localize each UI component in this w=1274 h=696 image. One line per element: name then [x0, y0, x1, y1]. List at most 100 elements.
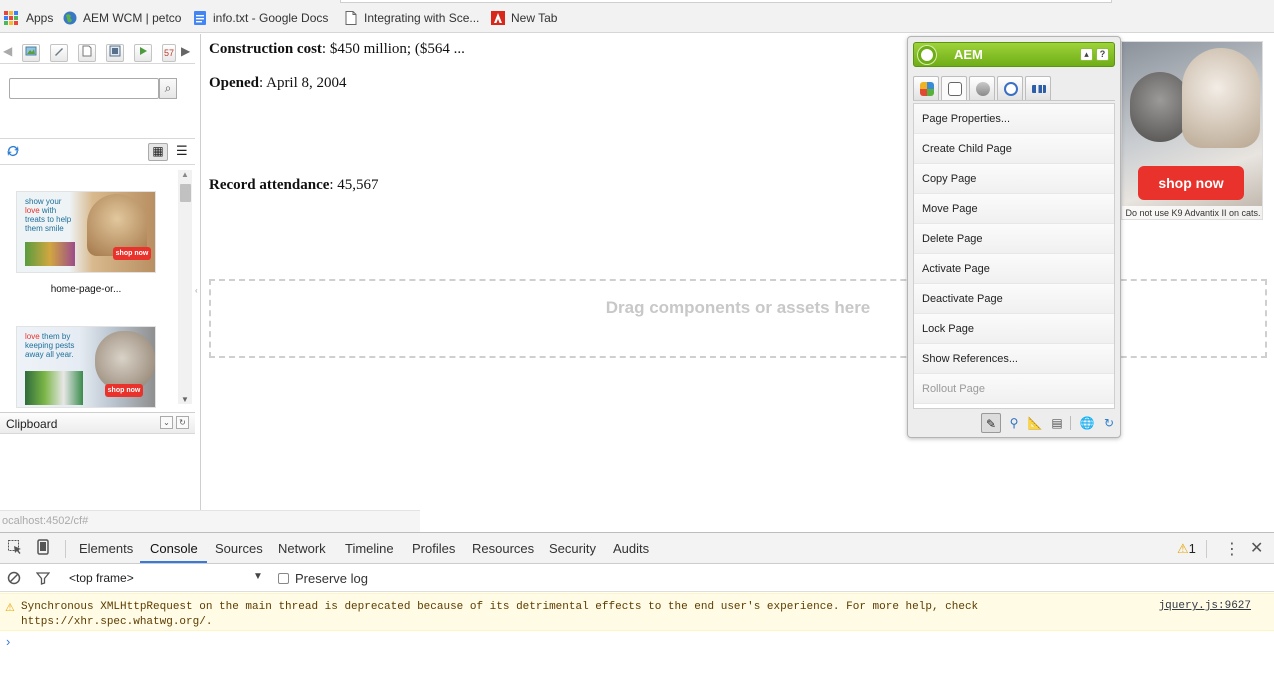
tab-sources[interactable]: Sources	[215, 541, 263, 556]
menu-item-copy-page[interactable]: Copy Page	[914, 164, 1114, 194]
scroll-left-icon[interactable]: ◀	[3, 44, 12, 58]
bookmark-google-docs[interactable]: info.txt - Google Docs	[193, 9, 328, 27]
warning-icon: ⚠	[5, 602, 15, 614]
tab-security[interactable]: Security	[549, 541, 596, 556]
apps-grid-icon	[4, 11, 18, 25]
construction-cost-label: Construction cost	[209, 41, 322, 57]
images-tab-icon[interactable]	[22, 44, 40, 62]
bookmark-label: Apps	[26, 11, 54, 25]
tab-profiles[interactable]: Profiles	[412, 541, 455, 556]
asset-thumbnail-pest-ad[interactable]: love them by keeping pests away all year…	[16, 326, 156, 408]
search-input[interactable]	[9, 78, 159, 99]
collapse-panel-icon[interactable]: ‹	[195, 286, 198, 295]
versioning-tab[interactable]	[997, 76, 1023, 100]
search-icon[interactable]: ⌕	[159, 78, 177, 99]
product-packages	[25, 242, 75, 266]
products-tab-icon[interactable]: 57	[162, 44, 176, 62]
sidekick-header[interactable]: AEM ▴ ?	[913, 42, 1115, 67]
asset-thumbnail-home-page[interactable]: show your love with treats to help them …	[16, 191, 156, 273]
bookmarks-bar: Apps AEM WCM | petco info.txt - Google D…	[0, 0, 1274, 33]
refresh-icon[interactable]	[5, 143, 21, 162]
preserve-log-checkbox[interactable]	[278, 573, 289, 584]
tab-separator	[65, 540, 66, 558]
advertisement[interactable]: shop now Do not use K9 Advantix II on ca…	[1121, 41, 1263, 220]
shop-now-button[interactable]: shop now	[1138, 166, 1244, 200]
documents-tab-icon[interactable]	[78, 44, 96, 62]
workflow-tab[interactable]	[1025, 76, 1051, 100]
bookmark-aem-wcm[interactable]: AEM WCM | petco	[63, 9, 181, 27]
menu-item-lock-page[interactable]: Lock Page	[914, 314, 1114, 344]
preview-magnifier-icon[interactable]: ⚲	[1004, 413, 1024, 433]
warning-text-line2[interactable]: https://xhr.spec.whatwg.org/.	[21, 615, 1101, 630]
more-menu-icon[interactable]: ⋮	[1224, 539, 1240, 559]
refresh-clipboard-icon[interactable]: ↻	[176, 416, 189, 429]
tab-network[interactable]: Network	[278, 541, 326, 556]
flash-tab-icon[interactable]	[106, 44, 124, 62]
bookmark-new-tab[interactable]: New Tab	[491, 9, 557, 27]
menu-item-page-properties[interactable]: Page Properties...	[914, 104, 1114, 134]
tab-timeline[interactable]: Timeline	[345, 541, 394, 556]
menu-item-create-child-page[interactable]: Create Child Page	[914, 134, 1114, 164]
video-tab-icon[interactable]	[134, 44, 152, 62]
tab-audits[interactable]: Audits	[613, 541, 649, 556]
scroll-down-icon[interactable]: ▼	[181, 395, 189, 404]
clear-console-icon[interactable]	[7, 571, 21, 588]
warning-icon: ⚠	[1177, 541, 1189, 556]
sidekick-mode-bar: ✎ ⚲ 📐 ▤ 🌐 ↻	[913, 411, 1115, 435]
grid-view-icon[interactable]: ▦	[148, 143, 168, 161]
bookmark-label: Integrating with Sce...	[364, 11, 480, 25]
asset-list-scrollbar[interactable]: ▲ ▼	[178, 170, 192, 404]
scroll-right-icon[interactable]: ▶	[181, 44, 190, 58]
design-mode-ruler-icon[interactable]: 📐	[1025, 413, 1045, 433]
devtools-panel: Elements Console Sources Network Timelin…	[0, 532, 1274, 696]
opened-line: Opened: April 8, 2004	[209, 75, 347, 92]
inspect-element-icon[interactable]	[7, 539, 23, 558]
frame-selector[interactable]: <top frame>	[69, 571, 134, 585]
menu-item-delete-page[interactable]: Delete Page	[914, 224, 1114, 254]
paragraphs-tab-icon[interactable]	[50, 44, 68, 62]
menu-item-deactivate-page[interactable]: Deactivate Page	[914, 284, 1114, 314]
information-tab[interactable]	[969, 76, 995, 100]
device-mode-icon[interactable]	[37, 539, 49, 558]
expand-icon[interactable]: ⌄	[160, 416, 173, 429]
ad-disclaimer: Do not use K9 Advantix II on cats.	[1122, 206, 1262, 219]
warnings-counter[interactable]: ⚠1	[1177, 541, 1196, 557]
console-prompt[interactable]: ›	[6, 634, 10, 649]
warning-count: 1	[1188, 541, 1196, 556]
menu-item-move-page[interactable]: Move Page	[914, 194, 1114, 224]
warning-source-link[interactable]: jquery.js:9627	[1159, 600, 1251, 612]
info-icon	[976, 82, 990, 96]
tab-elements[interactable]: Elements	[79, 541, 133, 556]
opened-value: : April 8, 2004	[259, 75, 347, 91]
bookmark-apps[interactable]: Apps	[4, 9, 53, 27]
menu-item-show-references[interactable]: Show References...	[914, 344, 1114, 374]
ad-cta: shop now	[105, 384, 143, 397]
scroll-up-icon[interactable]: ▲	[181, 170, 189, 179]
scrollbar-thumb[interactable]	[180, 184, 191, 202]
edit-mode-pencil-icon[interactable]: ✎	[981, 413, 1001, 433]
chevron-down-icon[interactable]: ▼	[253, 571, 263, 582]
components-tab[interactable]	[913, 76, 939, 100]
address-bar-edge	[340, 0, 1112, 3]
close-icon[interactable]: ✕	[1250, 538, 1263, 558]
help-icon[interactable]: ?	[1096, 48, 1109, 61]
site-admin-globe-icon[interactable]: 🌐	[1077, 413, 1097, 433]
list-view-icon[interactable]: ☰	[176, 143, 188, 159]
attendance-value: : 45,567	[329, 177, 379, 193]
components-icon	[920, 82, 934, 96]
collapse-icon[interactable]: ▴	[1080, 48, 1093, 61]
opened-label: Opened	[209, 75, 260, 91]
filter-icon[interactable]	[35, 571, 51, 588]
page-icon	[344, 11, 358, 25]
cat-image	[1130, 72, 1190, 142]
scaffolding-icon[interactable]: ▤	[1047, 413, 1067, 433]
adobe-icon	[491, 11, 505, 25]
product-packages	[25, 371, 83, 405]
page-tab[interactable]	[941, 76, 967, 100]
tab-resources[interactable]: Resources	[472, 541, 534, 556]
refresh-icon[interactable]: ↻	[1099, 413, 1119, 433]
bookmark-integrating[interactable]: Integrating with Sce...	[344, 9, 479, 27]
construction-cost-value: : $450 million; ($564 ...	[321, 41, 465, 57]
tab-console[interactable]: Console	[150, 541, 198, 556]
menu-item-activate-page[interactable]: Activate Page	[914, 254, 1114, 284]
